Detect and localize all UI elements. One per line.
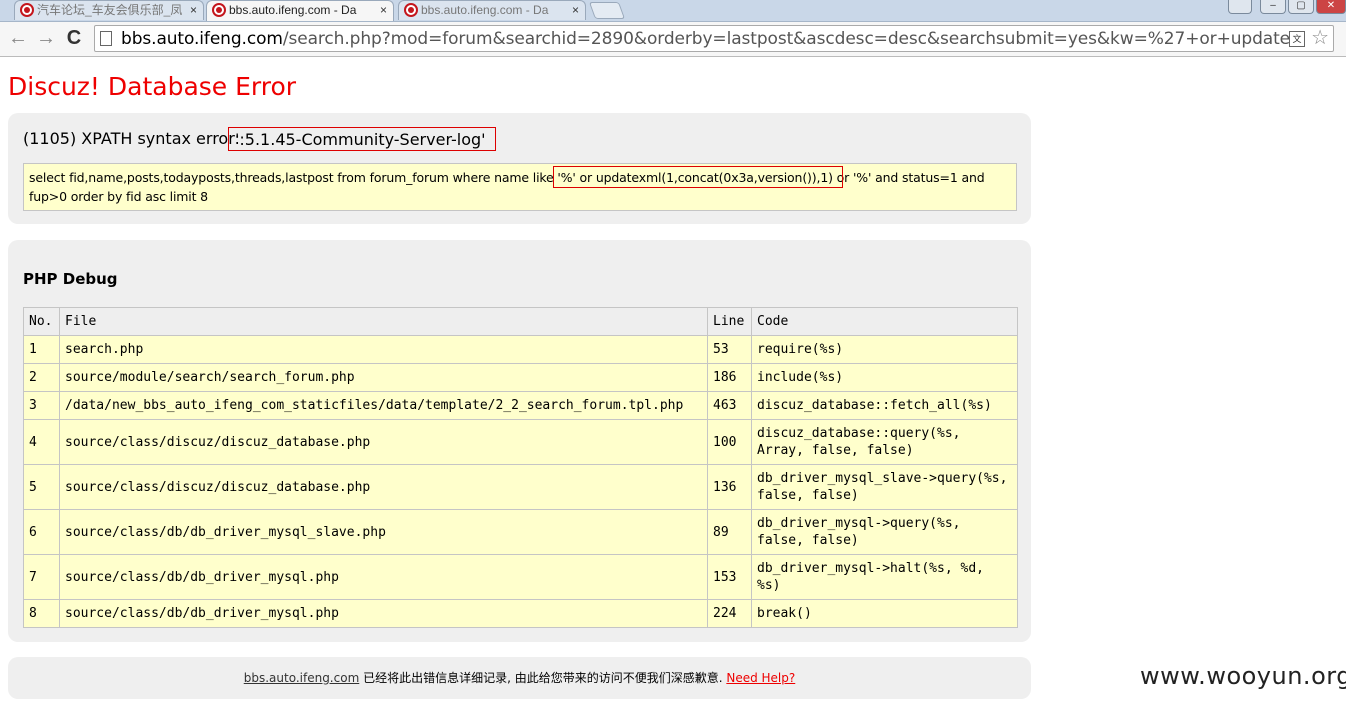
cell-code: db_driver_mysql->query(%s, false, false) — [751, 509, 1018, 555]
tab-title: bbs.auto.ifeng.com - Da — [229, 3, 357, 17]
cell-file: /data/new_bbs_auto_ifeng_com_staticfiles… — [59, 391, 708, 420]
cell-no: 6 — [23, 509, 60, 555]
tab-error-2[interactable]: bbs.auto.ifeng.com - Da × — [398, 0, 586, 20]
cell-line: 463 — [707, 391, 752, 420]
url-text[interactable]: bbs.auto.ifeng.com/search.php?mod=forum&… — [121, 29, 1291, 49]
table-row: 2 source/module/search/search_forum.php … — [23, 363, 1018, 392]
cell-line: 153 — [707, 554, 752, 600]
tab-title: 汽车论坛_车友会俱乐部_凤 — [37, 3, 183, 17]
page-title: Discuz! Database Error — [8, 72, 297, 101]
cell-no: 1 — [23, 335, 60, 364]
maximize-button[interactable]: ▢ — [1288, 0, 1314, 14]
cell-code: db_driver_mysql_slave->query(%s, false, … — [751, 464, 1018, 510]
address-bar[interactable]: bbs.auto.ifeng.com/search.php?mod=forum&… — [94, 25, 1334, 52]
footer: bbs.auto.ifeng.com 已经将此出错信息详细记录, 由此给您带来的… — [8, 657, 1031, 699]
ifeng-favicon-icon — [404, 3, 418, 17]
footer-text: 已经将此出错信息详细记录, 由此给您带来的访问不便我们深感歉意. — [359, 671, 727, 685]
tab-close-icon[interactable]: × — [190, 1, 197, 19]
page-icon — [100, 31, 112, 46]
url-host: bbs.auto.ifeng.com — [121, 29, 283, 49]
url-path: /search.php?mod=forum&searchid=2890&orde… — [282, 29, 1291, 49]
close-window-button[interactable]: ✕ — [1316, 0, 1346, 14]
cell-file: source/class/db/db_driver_mysql_slave.ph… — [59, 509, 708, 555]
table-row: 4 source/class/discuz/discuz_database.ph… — [23, 419, 1018, 465]
cell-line: 224 — [707, 599, 752, 628]
cell-code: discuz_database::query(%s, Array, false,… — [751, 419, 1018, 465]
minimize-button[interactable]: – — [1260, 0, 1286, 14]
reload-button[interactable]: C — [62, 26, 86, 50]
col-header-line: Line — [707, 307, 752, 336]
ifeng-favicon-icon — [20, 3, 34, 17]
tab-forum[interactable]: 汽车论坛_车友会俱乐部_凤 × — [14, 0, 204, 20]
cell-file: source/class/db/db_driver_mysql.php — [59, 554, 708, 600]
error-message-value: ':5.1.45-Community-Server-log' — [235, 130, 486, 149]
tab-title: bbs.auto.ifeng.com - Da — [421, 3, 549, 17]
tab-close-icon[interactable]: × — [380, 1, 387, 19]
browser-toolbar: ← → C bbs.auto.ifeng.com/search.php?mod=… — [0, 22, 1346, 57]
col-header-code: Code — [751, 307, 1018, 336]
table-row: 5 source/class/discuz/discuz_database.ph… — [23, 464, 1018, 510]
cell-file: source/class/discuz/discuz_database.php — [59, 419, 708, 465]
cell-code: db_driver_mysql->halt(%s, %d, %s) — [751, 554, 1018, 600]
cell-no: 2 — [23, 363, 60, 392]
cell-no: 4 — [23, 419, 60, 465]
cell-code: require(%s) — [751, 335, 1018, 364]
forward-button[interactable]: → — [34, 26, 58, 50]
cell-file: source/class/discuz/discuz_database.php — [59, 464, 708, 510]
cell-no: 8 — [23, 599, 60, 628]
ifeng-favicon-icon — [212, 3, 226, 17]
highlight-box-version: ':5.1.45-Community-Server-log' — [228, 127, 496, 151]
cell-no: 5 — [23, 464, 60, 510]
cell-line: 100 — [707, 419, 752, 465]
translate-icon[interactable]: 文 — [1289, 31, 1305, 47]
cell-line: 53 — [707, 335, 752, 364]
cell-line: 89 — [707, 509, 752, 555]
cell-file: search.php — [59, 335, 708, 364]
highlight-box-injection — [553, 166, 843, 188]
cell-code: discuz_database::fetch_all(%s) — [751, 391, 1018, 420]
col-header-file: File — [59, 307, 708, 336]
tab-close-icon[interactable]: × — [572, 1, 579, 19]
site-link[interactable]: bbs.auto.ifeng.com — [244, 671, 360, 685]
cell-code: break() — [751, 599, 1018, 628]
cell-file: source/module/search/search_forum.php — [59, 363, 708, 392]
cell-file: source/class/db/db_driver_mysql.php — [59, 599, 708, 628]
cell-no: 3 — [23, 391, 60, 420]
table-row: 8 source/class/db/db_driver_mysql.php 22… — [23, 599, 1018, 628]
tab-error-active[interactable]: bbs.auto.ifeng.com - Da × — [206, 0, 394, 21]
table-header-row: No. File Line Code — [23, 307, 1018, 336]
cell-line: 136 — [707, 464, 752, 510]
table-row: 3 /data/new_bbs_auto_ifeng_com_staticfil… — [23, 391, 1018, 420]
sql-query-box: select fid,name,posts,todayposts,threads… — [23, 163, 1017, 211]
need-help-link[interactable]: Need Help? — [726, 671, 795, 685]
table-row: 6 source/class/db/db_driver_mysql_slave.… — [23, 509, 1018, 555]
debug-title: PHP Debug — [23, 270, 118, 288]
back-button[interactable]: ← — [6, 26, 30, 50]
new-tab-button[interactable] — [588, 2, 626, 19]
col-header-no: No. — [23, 307, 60, 336]
table-row: 1 search.php 53 require(%s) — [23, 335, 1018, 364]
bookmark-star-icon[interactable]: ☆ — [1311, 26, 1329, 51]
debug-table: No. File Line Code 1 search.php 53 requi… — [23, 307, 1018, 628]
watermark: www.wooyun.org — [1140, 662, 1346, 690]
user-icon[interactable] — [1228, 0, 1252, 14]
cell-line: 186 — [707, 363, 752, 392]
error-message-prefix: (1105) XPATH syntax error: — [23, 129, 240, 148]
cell-code: include(%s) — [751, 363, 1018, 392]
table-row: 7 source/class/db/db_driver_mysql.php 15… — [23, 554, 1018, 600]
cell-no: 7 — [23, 554, 60, 600]
tab-strip: 汽车论坛_车友会俱乐部_凤 × bbs.auto.ifeng.com - Da … — [0, 0, 1346, 22]
